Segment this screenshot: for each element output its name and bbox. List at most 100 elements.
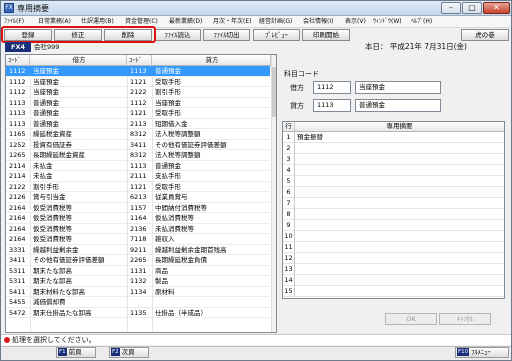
menu-window[interactable]: ｳｨﾝﾄﾞｳ(W)	[373, 17, 402, 27]
memo-row[interactable]: 4	[283, 165, 504, 176]
scrollbar-thumb[interactable]	[272, 67, 276, 117]
menu-latest-results[interactable]: 最新業績(D)	[169, 17, 202, 27]
memo-row[interactable]: 1 預金振替	[283, 132, 504, 143]
credit-name-cell: 従業員賞与	[155, 193, 188, 201]
debit-name-cell: 仮受消費税等	[33, 214, 72, 222]
memo-row[interactable]: 12	[283, 253, 504, 264]
table-row[interactable]: 5455 減価償却費	[6, 297, 270, 308]
table-row[interactable]: 2164 仮受消費税等 1164 仮払消費税等	[6, 213, 270, 224]
memo-row[interactable]: 5	[283, 176, 504, 187]
memo-row[interactable]: 8	[283, 209, 504, 220]
credit-code-cell: 1157	[130, 203, 147, 212]
table-row[interactable]: 2122 割引手形 1121 受取手形	[6, 182, 270, 192]
credit-code-field[interactable]: 1113	[313, 99, 351, 112]
debit-code-cell: 2164	[9, 235, 26, 243]
credit-name-cell: 割引手形	[155, 88, 181, 96]
maximize-button[interactable]: □	[462, 2, 482, 14]
table-row[interactable]: 1252 投資有価証券 3411 その他有価証券評価差額	[6, 140, 270, 150]
header-credit[interactable]: 貸方	[152, 55, 271, 66]
table-row[interactable]: 2114 未払金 1113 普通預金	[6, 161, 270, 171]
memo-row[interactable]: 7	[283, 198, 504, 209]
credit-code-cell: 6213	[130, 193, 147, 201]
memo-row[interactable]: 14	[283, 275, 504, 286]
table-row[interactable]: 1112 当座預金 1121 受取手形	[6, 77, 270, 87]
file-load-button[interactable]: ﾌｧｲﾙ読込	[154, 29, 201, 41]
credit-code-cell: 3411	[130, 140, 147, 149]
memo-row[interactable]: 10	[283, 231, 504, 242]
table-row[interactable]: 2164 仮受消費税等 7118 雑収入	[6, 234, 270, 245]
credit-name-cell: 未払消費税等	[155, 224, 194, 233]
application-window: FX 専用摘要 – □ ✕ ﾌｧｲﾙ(F) 日常業務(A) 仕訳運用(B) 資金…	[0, 0, 512, 361]
table-row[interactable]: 3331 繰越利益剰余金 9211 繰越利益剰余金期首残高	[6, 245, 270, 255]
header-debit[interactable]: 借方	[30, 55, 127, 66]
table-row[interactable]: 5411 期末材料たな卸高 1134 原材料	[6, 287, 270, 297]
table-row[interactable]: 1113 普通預金 2113 短期借入金	[6, 119, 270, 129]
debit-code-cell: 3411	[9, 256, 26, 264]
credit-code-cell: 1164	[130, 214, 147, 222]
table-row[interactable]: 2164 仮受消費税等 1157 中間納付消費税等	[6, 203, 270, 213]
memo-row[interactable]: 13	[283, 264, 504, 275]
table-row[interactable]: 3411 その他有価証券評価差額 2265 長期繰延税金負債	[6, 255, 270, 266]
tiger-scroll-button[interactable]: 虎の巻	[461, 29, 509, 41]
menu-help[interactable]: ﾍﾙﾌﾟ(H)	[411, 17, 432, 27]
debit-code-cell: 2126	[9, 193, 26, 201]
credit-code-cell: 8312	[130, 130, 147, 138]
memo-row-number: 3	[283, 154, 295, 165]
vertical-scrollbar[interactable]	[271, 55, 276, 332]
minimize-button[interactable]: –	[441, 2, 461, 14]
f10-full-menu-button[interactable]: F10 ﾌﾙﾒﾆｭｰ	[455, 347, 509, 358]
app-icon: FX	[4, 3, 14, 13]
credit-code-cell: 8312	[130, 151, 147, 159]
debit-code-cell: 2164	[9, 224, 26, 233]
cancel-button[interactable]: ｷｬﾝｾﾙ	[439, 313, 491, 325]
menu-company-info[interactable]: 会社情報(I)	[303, 17, 333, 27]
memo-row[interactable]: 3	[283, 154, 504, 165]
table-row[interactable]: 2114 未払金 2111 支払手形	[6, 171, 270, 182]
table-row[interactable]: 1165 繰延税金資産 8312 法人税等調整額	[6, 129, 270, 140]
menu-view[interactable]: 表示(V)	[345, 17, 366, 27]
memo-row[interactable]: 11	[283, 242, 504, 253]
table-row[interactable]: 2164 仮受消費税等 2136 未払消費税等	[6, 224, 270, 234]
debit-code-cell: 3331	[9, 245, 26, 254]
table-row[interactable]: 1113 普通預金 1121 受取手形	[6, 108, 270, 119]
memo-row-number: 11	[283, 242, 295, 253]
file-export-button[interactable]: ﾌｧｲﾙ切出	[203, 29, 250, 41]
debit-name-field[interactable]: 当座預金	[355, 81, 441, 94]
debit-name-cell: 当座預金	[33, 67, 59, 75]
memo-row[interactable]: 2	[283, 143, 504, 154]
print-start-button[interactable]: 印刷開始	[302, 29, 350, 41]
menu-business-plan[interactable]: 経営計画(G)	[259, 17, 292, 27]
header-debit-code[interactable]: ｺｰﾄﾞ	[6, 55, 30, 66]
table-row[interactable]: 5311 期末たな卸高 1132 製品	[6, 276, 270, 287]
preview-button[interactable]: ﾌﾟﾚﾋﾞｭｰ	[253, 29, 300, 41]
menu-monthly-yearly[interactable]: 月次・年次(E)	[213, 17, 251, 27]
debit-code-cell: 1165	[9, 130, 26, 138]
credit-code-cell: 1112	[130, 98, 147, 107]
table-row[interactable]: 1265 長期繰延税金資産 8312 法人税等調整額	[6, 150, 270, 161]
credit-name-cell: 普通預金	[155, 161, 181, 170]
table-row[interactable]: 1113 普通預金 1112 当座預金	[6, 98, 270, 108]
table-row[interactable]: 1112 当座預金 2122 割引手形	[6, 87, 270, 98]
memo-row[interactable]: 9	[283, 220, 504, 231]
credit-code-cell: 1121	[130, 77, 147, 86]
memo-row[interactable]: 15	[283, 286, 504, 297]
table-row[interactable]: 1112 当座預金 1113 普通預金	[6, 66, 270, 77]
debit-code-cell: 5455	[9, 298, 26, 306]
debit-name-cell: 繰延税金資産	[33, 130, 72, 138]
table-row[interactable]: 5472 期末仕掛品たな卸高 1135 仕掛品（半成品）	[6, 308, 270, 318]
memo-header-line: 行	[283, 122, 295, 132]
table-row[interactable]: 2126 賞与引当金 6213 従業員賞与	[6, 192, 270, 203]
ok-button[interactable]: OK	[385, 313, 437, 325]
memo-row[interactable]: 6	[283, 187, 504, 198]
close-button[interactable]: ✕	[483, 2, 510, 14]
status-bar: 処理を選択してください。	[1, 334, 511, 345]
credit-name-cell: 受取手形	[155, 182, 181, 191]
account-pair-table: ｺｰﾄﾞ 借方 ｺｰﾄﾞ 貸方 1112 当座預金 1113 普通預金 1112 当座預金…	[5, 54, 277, 333]
credit-code-cell: 1131	[130, 266, 147, 275]
f2-next-page-button[interactable]: F2 次頁	[109, 347, 149, 358]
table-row[interactable]: 5311 期末たな卸高 1131 商品	[6, 266, 270, 276]
f1-prev-page-button[interactable]: F1 前頁	[56, 347, 96, 358]
debit-code-field[interactable]: 1112	[313, 81, 351, 94]
header-credit-code[interactable]: ｺｰﾄﾞ	[127, 55, 152, 66]
credit-name-field[interactable]: 普通預金	[355, 99, 441, 112]
